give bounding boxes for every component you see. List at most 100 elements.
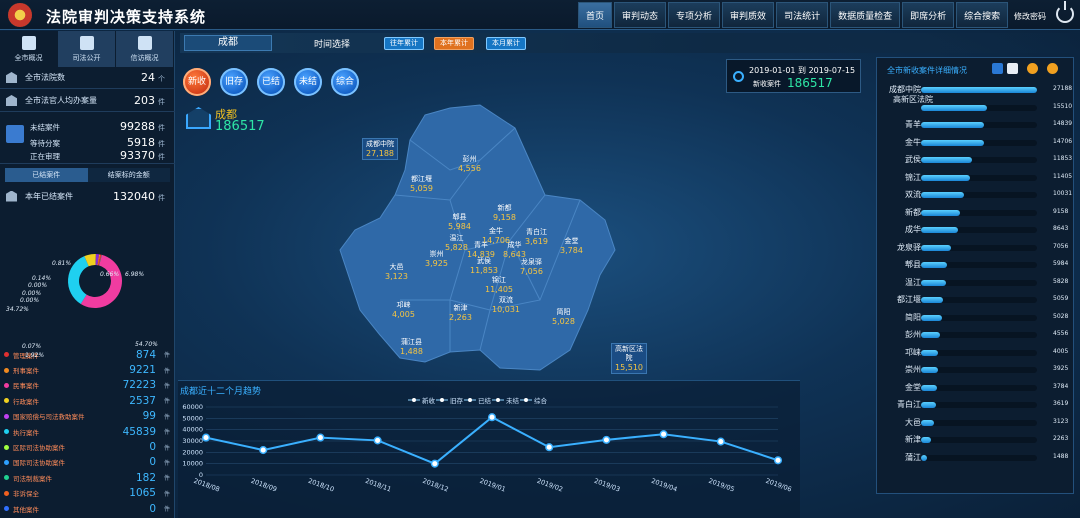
district-label[interactable]: 简阳 5,028	[552, 308, 575, 326]
district-label[interactable]: 青白江 3,619	[525, 228, 548, 246]
data-point[interactable]	[487, 413, 497, 422]
district-label[interactable]: 大邑 3,123	[385, 263, 408, 281]
district-label[interactable]: 郫县 5,984	[448, 213, 471, 231]
chengdu-map[interactable]: 成都中院 27,188 彭州 4,556 都江堰 5,059 新都 9,158 郫县 5,984 金…	[330, 100, 647, 380]
region-bar-row[interactable]: 新都 9158	[877, 207, 1075, 220]
bar-chart-icon[interactable]	[992, 63, 1003, 74]
data-point[interactable]	[602, 435, 611, 444]
district-label[interactable]: 成华 8,643	[503, 241, 526, 259]
district-label[interactable]: 金堂 3,784	[560, 237, 583, 255]
region-bar-row[interactable]: 锦江 11405	[877, 172, 1075, 185]
region-bar-row[interactable]: 邛崃 4005	[877, 347, 1075, 360]
change-password-link[interactable]: 修改密码	[1014, 11, 1046, 22]
legend-item[interactable]: 非诉保全 1065 件	[4, 486, 172, 501]
data-point[interactable]	[716, 437, 725, 446]
region-bar-row[interactable]: 青羊 14839	[877, 119, 1075, 132]
left-tab[interactable]: 全市概况	[0, 31, 58, 67]
legend-item[interactable]: 区际司法协助案件 0 件	[4, 439, 172, 454]
region-bar-row[interactable]: 高新区法院 15510	[877, 95, 1075, 115]
region-name: 双流	[905, 190, 921, 199]
legend-item[interactable]: 其他案件 0 件	[4, 501, 172, 516]
district-label[interactable]: 蒲江县 1,488	[400, 338, 423, 356]
tab-closed-amount[interactable]: 结案标的金额	[87, 168, 170, 182]
region-bar-row[interactable]: 温江 5828	[877, 277, 1075, 290]
left-tab[interactable]: 司法公开	[58, 31, 116, 67]
data-point[interactable]	[430, 459, 439, 468]
legend-item[interactable]: 行政案件 2537 件	[4, 393, 172, 408]
data-point[interactable]	[659, 430, 668, 439]
region-bar-row[interactable]: 金牛 14706	[877, 137, 1075, 150]
region-bar-row[interactable]: 金堂 3784	[877, 382, 1075, 395]
data-point[interactable]	[316, 433, 325, 442]
legend-label[interactable]: 未结	[506, 397, 520, 405]
region-bar-row[interactable]: 彭州 4556	[877, 329, 1075, 342]
district-label[interactable]: 崇州 3,925	[425, 250, 448, 268]
legend-item[interactable]: 国家赔偿与司法救助案件 99 件	[4, 409, 172, 424]
district-label[interactable]: 高新区法院 15,510	[611, 343, 647, 374]
district-label[interactable]: 邛崃 4,005	[392, 301, 415, 319]
left-tab[interactable]: 信访概况	[116, 31, 174, 67]
filter-bar: 成都 时间选择 往年累计 本年累计 本月累计	[180, 33, 1070, 53]
legend-label[interactable]: 综合	[534, 397, 548, 405]
district-label[interactable]: 锦江 11,405	[485, 276, 513, 294]
district-label[interactable]: 都江堰 5,059	[410, 175, 433, 193]
nav-item[interactable]: 数据质量检查	[830, 2, 901, 28]
region-bar-row[interactable]: 青白江 3619	[877, 399, 1075, 412]
case-status-button[interactable]: 未结	[294, 68, 322, 96]
power-icon[interactable]	[1056, 1, 1074, 23]
district-label[interactable]: 彭州 4,556	[458, 155, 481, 173]
case-status-button[interactable]: 旧存	[220, 68, 248, 96]
time-button[interactable]: 往年累计	[384, 37, 424, 50]
time-button[interactable]: 本年累计	[434, 37, 474, 50]
table-icon[interactable]	[1007, 63, 1018, 74]
region-bar-row[interactable]: 新津 2263	[877, 434, 1075, 447]
legend-item[interactable]: 民事案件 72223 件	[4, 378, 172, 393]
data-point[interactable]	[259, 446, 268, 455]
nav-item[interactable]: 综合搜索	[956, 2, 1009, 28]
district-label[interactable]: 武侯 11,853	[470, 257, 498, 275]
data-point[interactable]	[201, 433, 211, 442]
district-label[interactable]: 新都 9,158	[493, 204, 516, 222]
region-bar-row[interactable]: 蒲江 1488	[877, 452, 1075, 465]
nav-item[interactable]: 审判动态	[614, 2, 667, 28]
legend-dot	[4, 352, 9, 358]
region-bar-row[interactable]: 龙泉驿 7056	[877, 242, 1075, 255]
legend-item[interactable]: 刑事案件 9221 件	[4, 362, 172, 377]
sort-down-icon[interactable]	[1047, 63, 1058, 74]
district-label[interactable]: 双流 10,031	[492, 296, 520, 314]
district-label[interactable]: 温江 5,828	[445, 234, 468, 252]
district-label[interactable]: 龙泉驿 7,056	[520, 258, 543, 276]
case-status-button[interactable]: 综合	[331, 68, 359, 96]
tab-closed-cases[interactable]: 已结案件	[5, 168, 88, 182]
data-point[interactable]	[373, 436, 382, 445]
legend-label[interactable]: 旧存	[450, 397, 464, 405]
region-bar-row[interactable]: 简阳 5028	[877, 312, 1075, 325]
legend-label[interactable]: 已结	[478, 397, 492, 405]
sort-up-icon[interactable]	[1027, 63, 1038, 74]
city-selector[interactable]: 成都	[184, 35, 272, 51]
region-bar-row[interactable]: 武侯 11853	[877, 154, 1075, 167]
region-bar-row[interactable]: 崇州 3925	[877, 364, 1075, 377]
nav-item[interactable]: 审判质效	[722, 2, 775, 28]
region-bar-row[interactable]: 成华 8643	[877, 224, 1075, 237]
nav-item[interactable]: 即席分析	[902, 2, 955, 28]
nav-item[interactable]: 司法统计	[776, 2, 829, 28]
case-status-button[interactable]: 已结	[257, 68, 285, 96]
data-point[interactable]	[773, 456, 783, 465]
nav-item[interactable]: 专项分析	[668, 2, 721, 28]
legend-item[interactable]: 司法制裁案件 182 件	[4, 470, 172, 485]
legend-label[interactable]: 新收	[422, 397, 436, 405]
legend-item[interactable]: 国际司法协助案件 0 件	[4, 455, 172, 470]
time-button[interactable]: 本月累计	[486, 37, 526, 50]
data-point[interactable]	[545, 443, 554, 452]
region-bar-row[interactable]: 郫县 5984	[877, 259, 1075, 272]
region-bar-row[interactable]: 双流 10031	[877, 189, 1075, 202]
district-label[interactable]: 成都中院 27,188	[362, 138, 398, 160]
x-tick-label: 2019/03	[593, 477, 621, 494]
case-status-button[interactable]: 新收	[183, 68, 211, 96]
legend-item[interactable]: 执行案件 45839 件	[4, 424, 172, 439]
region-bar-row[interactable]: 都江堰 5059	[877, 294, 1075, 307]
region-bar-row[interactable]: 大邑 3123	[877, 417, 1075, 430]
district-label[interactable]: 新津 2,263	[449, 304, 472, 322]
nav-item[interactable]: 首页	[578, 2, 613, 28]
